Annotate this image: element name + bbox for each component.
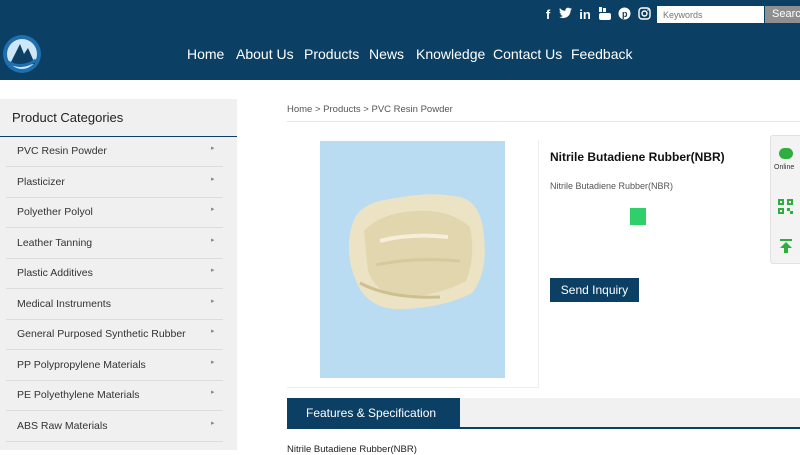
nav-products[interactable]: Products bbox=[304, 46, 359, 62]
chat-bubble-icon[interactable] bbox=[779, 148, 793, 159]
category-medical-instruments[interactable]: Medical Instruments ▸ bbox=[0, 290, 237, 320]
breadcrumb[interactable]: Home > Products > PVC Resin Powder bbox=[287, 104, 453, 115]
spec-tab-bar: Features & Specification bbox=[287, 398, 800, 429]
nav-news[interactable]: News bbox=[369, 46, 404, 62]
divider bbox=[287, 121, 800, 122]
nav-feedback[interactable]: Feedback bbox=[571, 46, 632, 62]
category-label: PP Polypropylene Materials bbox=[17, 359, 146, 371]
category-label: ABS Raw Materials bbox=[17, 420, 108, 432]
back-to-top-icon[interactable] bbox=[779, 239, 793, 253]
category-pp-polypropylene-materials[interactable]: PP Polypropylene Materials ▸ bbox=[0, 351, 237, 381]
twitter-icon[interactable] bbox=[558, 7, 572, 23]
chevron-right-icon: ▸ bbox=[211, 359, 215, 366]
nav-knowledge[interactable]: Knowledge bbox=[416, 46, 485, 62]
chevron-right-icon: ▸ bbox=[211, 237, 215, 244]
category-label: PE Polyethylene Materials bbox=[17, 389, 140, 401]
floating-contact-bar: Online bbox=[770, 135, 800, 264]
chevron-right-icon: ▸ bbox=[211, 420, 215, 427]
category-label: Plastic Additives bbox=[17, 267, 93, 279]
chevron-right-icon: ▸ bbox=[211, 328, 215, 335]
chat-badge-icon[interactable] bbox=[630, 208, 646, 225]
nav-about-us[interactable]: About Us bbox=[236, 46, 294, 62]
linkedin-icon[interactable]: in bbox=[578, 7, 592, 23]
product-subtitle: Nitrile Butadiene Rubber(NBR) bbox=[550, 181, 674, 191]
company-logo[interactable] bbox=[2, 34, 42, 74]
search-button[interactable]: Search bbox=[765, 6, 800, 23]
category-label: Medical Instruments bbox=[17, 298, 111, 310]
product-categories-sidebar: Product Categories PVC Resin Powder ▸ Pl… bbox=[0, 99, 237, 450]
search-input[interactable] bbox=[657, 6, 764, 23]
site-header: f in p Search Home About Us Products New… bbox=[0, 0, 800, 80]
chevron-right-icon: ▸ bbox=[211, 206, 215, 213]
tab-label: Features & Specification bbox=[306, 406, 437, 420]
category-label: Plasticizer bbox=[17, 176, 65, 188]
category-abs-raw-materials[interactable]: ABS Raw Materials ▸ bbox=[0, 412, 237, 442]
chevron-right-icon: ▸ bbox=[211, 145, 215, 152]
divider bbox=[6, 288, 223, 289]
pinterest-icon[interactable]: p bbox=[617, 7, 631, 24]
category-label: PVC Resin Powder bbox=[17, 145, 107, 157]
category-plasticizer[interactable]: Plasticizer ▸ bbox=[0, 168, 237, 198]
sidebar-title-text: Product Categories bbox=[12, 110, 124, 125]
category-leather-tanning[interactable]: Leather Tanning ▸ bbox=[0, 229, 237, 259]
category-polyether-polyol[interactable]: Polyether Polyol ▸ bbox=[0, 198, 237, 228]
product-title: Nitrile Butadiene Rubber(NBR) bbox=[550, 150, 725, 164]
nav-home[interactable]: Home bbox=[187, 46, 224, 62]
tab-features-specification[interactable]: Features & Specification bbox=[287, 398, 460, 429]
facebook-icon[interactable]: f bbox=[541, 7, 555, 23]
chevron-right-icon: ▸ bbox=[211, 389, 215, 396]
online-label[interactable]: Online bbox=[774, 164, 794, 171]
category-plastic-additives[interactable]: Plastic Additives ▸ bbox=[0, 259, 237, 289]
category-general-purposed-synthetic-rubber[interactable]: General Purposed Synthetic Rubber ▸ bbox=[0, 320, 237, 350]
divider bbox=[6, 166, 223, 167]
divider bbox=[6, 410, 223, 411]
divider bbox=[6, 227, 223, 228]
nav-contact-us[interactable]: Contact Us bbox=[493, 46, 562, 62]
qr-code-icon[interactable] bbox=[778, 199, 793, 214]
category-label: Leather Tanning bbox=[17, 237, 93, 249]
chevron-right-icon: ▸ bbox=[211, 267, 215, 274]
chevron-right-icon: ▸ bbox=[211, 176, 215, 183]
svg-text:p: p bbox=[622, 9, 628, 19]
youtube-icon[interactable] bbox=[598, 7, 612, 24]
divider bbox=[6, 349, 223, 350]
category-pvc-resin-powder[interactable]: PVC Resin Powder ▸ bbox=[0, 137, 237, 167]
product-image[interactable] bbox=[320, 141, 505, 378]
instagram-icon[interactable] bbox=[637, 7, 651, 24]
divider bbox=[6, 441, 223, 442]
category-label: General Purposed Synthetic Rubber bbox=[17, 328, 186, 340]
category-pe-polyethylene-materials[interactable]: PE Polyethylene Materials ▸ bbox=[0, 381, 237, 411]
chevron-right-icon: ▸ bbox=[211, 298, 215, 305]
send-inquiry-button[interactable]: Send Inquiry bbox=[550, 278, 639, 302]
category-label: Polyether Polyol bbox=[17, 206, 93, 218]
sidebar-title: Product Categories bbox=[0, 99, 237, 137]
